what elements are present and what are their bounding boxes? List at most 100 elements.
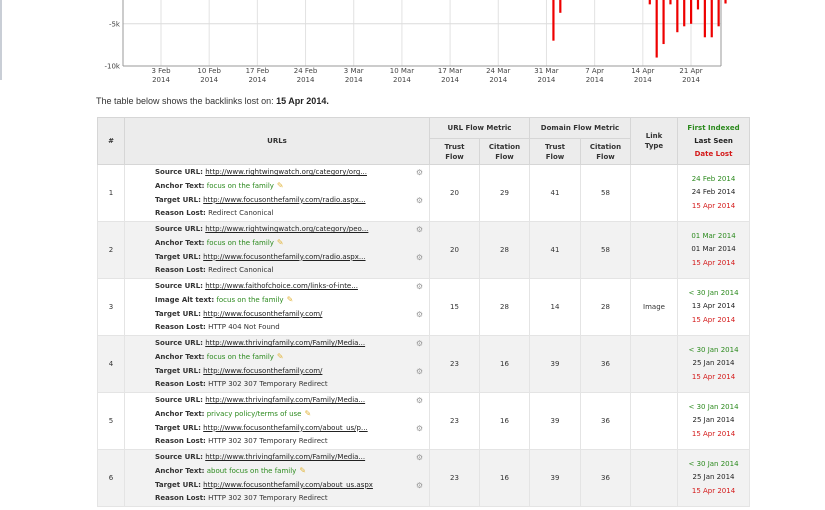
- gear-icon[interactable]: ⚙: [416, 337, 423, 350]
- date-lost: 15 Apr 2014: [691, 315, 736, 324]
- target-url-link[interactable]: http://www.focusonthefamily.com/radio.as…: [203, 253, 365, 261]
- link-type: Image: [630, 278, 679, 336]
- url-trust-flow: 23: [429, 449, 480, 507]
- dates-cell: < 30 Jan 2014 13 Apr 2014 15 Apr 2014: [677, 278, 751, 336]
- gear-icon[interactable]: ⚙: [416, 308, 423, 321]
- target-url-link[interactable]: http://www.focusonthefamily.com/about_us…: [203, 481, 373, 489]
- x-tick-label-year: 2014: [441, 76, 459, 84]
- source-url-line: Source URL: http://www.thrivingfamily.co…: [155, 337, 425, 350]
- gear-icon[interactable]: ⚙: [416, 280, 423, 293]
- gear-icon[interactable]: ⚙: [416, 251, 423, 264]
- target-url-link[interactable]: http://www.focusonthefamily.com/about_us…: [203, 424, 368, 432]
- reason-lost-value: HTTP 302 307 Temporary Redirect: [208, 493, 328, 502]
- x-tick-label-year: 2014: [345, 76, 363, 84]
- pencil-icon: ✎: [299, 466, 307, 476]
- table-row: 2 Source URL: http://www.rightwingwatch.o…: [97, 221, 751, 279]
- reason-lost-label: Reason Lost:: [155, 379, 206, 388]
- gear-icon[interactable]: ⚙: [416, 479, 423, 492]
- target-url-label: Target URL:: [155, 252, 201, 261]
- dates-cell: < 30 Jan 2014 25 Jan 2014 15 Apr 2014: [677, 335, 751, 393]
- source-url-link[interactable]: http://www.thrivingfamily.com/Family/Med…: [205, 453, 365, 461]
- target-url-link[interactable]: http://www.focusonthefamily.com/: [203, 310, 322, 318]
- target-url-link[interactable]: http://www.focusonthefamily.com/: [203, 367, 322, 375]
- gear-icon[interactable]: ⚙: [416, 194, 423, 207]
- reason-lost-label: Reason Lost:: [155, 322, 206, 331]
- gear-icon[interactable]: ⚙: [416, 223, 423, 236]
- gear-icon[interactable]: ⚙: [416, 166, 423, 179]
- pencil-icon: ✎: [276, 352, 284, 362]
- anchor-text-value: privacy policy/terms of use: [206, 410, 302, 419]
- source-url-link[interactable]: http://www.thrivingfamily.com/Family/Med…: [205, 339, 365, 347]
- target-url-label: Target URL:: [155, 480, 201, 489]
- anchor-text-label: Anchor Text:: [155, 353, 205, 362]
- first-indexed-date: < 30 Jan 2014: [688, 459, 739, 468]
- gear-icon[interactable]: ⚙: [416, 365, 423, 378]
- bar: [559, 0, 562, 13]
- table-row: 6 Source URL: http://www.thrivingfamily.c…: [97, 449, 751, 507]
- y-tick-label: -5k: [109, 20, 121, 28]
- intro-sentence: The table below shows the backlinks lost…: [96, 96, 274, 106]
- anchor-text-line: Anchor Text: focus on the family ✎: [155, 350, 425, 364]
- source-url-label: Source URL:: [155, 453, 203, 462]
- anchor-text-value: about focus on the family: [206, 467, 297, 476]
- bar: [690, 0, 693, 24]
- header-domain-trust-l2: Flow: [545, 152, 565, 161]
- x-tick-label: 24 Feb: [294, 67, 318, 75]
- url-cell: Source URL: http://www.rightwingwatch.or…: [124, 164, 430, 222]
- anchor-text-label: Image Alt text:: [155, 296, 215, 305]
- pencil-icon: ✎: [276, 238, 284, 248]
- anchor-text-label: Anchor Text:: [155, 467, 205, 476]
- first-indexed-date: 01 Mar 2014: [691, 231, 736, 240]
- gear-icon[interactable]: ⚙: [416, 451, 423, 464]
- table-body: 1 Source URL: http://www.rightwingwatch.o…: [97, 164, 751, 507]
- reason-lost-value: Redirect Canonical: [208, 208, 274, 217]
- target-url-label: Target URL:: [155, 309, 201, 318]
- link-type: [630, 221, 679, 279]
- source-url-link[interactable]: http://www.rightwingwatch.org/category/o…: [205, 168, 367, 176]
- header-url-trust-l2: Flow: [445, 152, 464, 161]
- header-dates: First Indexed Last Seen Date Lost: [677, 117, 751, 165]
- x-tick-label-year: 2014: [248, 76, 266, 84]
- source-url-label: Source URL:: [155, 339, 203, 348]
- y-axis-labels: -5k -10k: [105, 20, 121, 70]
- url-cell: Source URL: http://www.thrivingfamily.co…: [124, 335, 430, 393]
- gear-icon[interactable]: ⚙: [416, 422, 423, 435]
- url-trust-flow: 20: [429, 164, 480, 222]
- date-lost: 15 Apr 2014: [691, 429, 736, 438]
- url-citation-flow: 29: [479, 164, 530, 222]
- dates-cell: 24 Feb 2014 24 Feb 2014 15 Apr 2014: [677, 164, 751, 222]
- domain-citation-flow: 58: [579, 164, 632, 222]
- x-tick-label-year: 2014: [538, 76, 556, 84]
- url-trust-flow: 15: [429, 278, 480, 336]
- source-url-line: Source URL: http://www.thrivingfamily.co…: [155, 451, 425, 464]
- header-first-indexed: First Indexed: [687, 123, 740, 132]
- target-url-link[interactable]: http://www.focusonthefamily.com/radio.as…: [203, 196, 365, 204]
- chart-grid: [122, 0, 722, 67]
- header-url-citation-l2: Flow: [495, 152, 514, 161]
- source-url-link[interactable]: http://www.thrivingfamily.com/Family/Med…: [205, 396, 365, 404]
- x-tick-label: 3 Feb: [151, 67, 171, 75]
- reason-lost-line: Reason Lost: HTTP 302 307 Temporary Redi…: [155, 378, 425, 391]
- anchor-text-line: Anchor Text: focus on the family ✎: [155, 236, 425, 250]
- row-number: 5: [97, 392, 125, 450]
- source-url-link[interactable]: http://www.rightwingwatch.org/category/p…: [205, 225, 368, 233]
- header-domain-citation-flow: Citation Flow: [579, 138, 632, 165]
- header-urls: URLs: [124, 117, 430, 165]
- target-url-label: Target URL:: [155, 195, 201, 204]
- x-tick-label-year: 2014: [200, 76, 218, 84]
- bar: [710, 0, 713, 38]
- x-tick-label: 3 Mar: [344, 67, 364, 75]
- source-url-link[interactable]: http://www.faithofchoice.com/links-of-in…: [205, 282, 358, 290]
- target-url-label: Target URL:: [155, 366, 201, 375]
- header-url-citation-l1: Citation: [488, 142, 521, 151]
- gear-icon[interactable]: ⚙: [416, 394, 423, 407]
- first-indexed-date: < 30 Jan 2014: [688, 402, 739, 411]
- domain-trust-flow: 39: [529, 335, 581, 393]
- anchor-text-value: focus on the family: [206, 353, 274, 362]
- url-trust-flow: 23: [429, 392, 480, 450]
- domain-citation-flow: 36: [579, 335, 632, 393]
- dates-cell: 01 Mar 2014 01 Mar 2014 15 Apr 2014: [677, 221, 751, 279]
- link-type: [630, 449, 679, 507]
- bar: [662, 0, 665, 45]
- date-lost: 15 Apr 2014: [691, 201, 736, 210]
